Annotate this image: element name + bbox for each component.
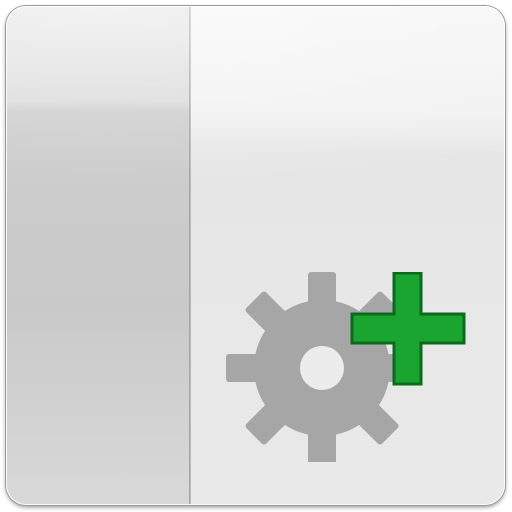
app-icon[interactable] bbox=[6, 6, 505, 505]
sidebar-pane bbox=[6, 6, 189, 505]
gear-icon bbox=[226, 272, 466, 462]
